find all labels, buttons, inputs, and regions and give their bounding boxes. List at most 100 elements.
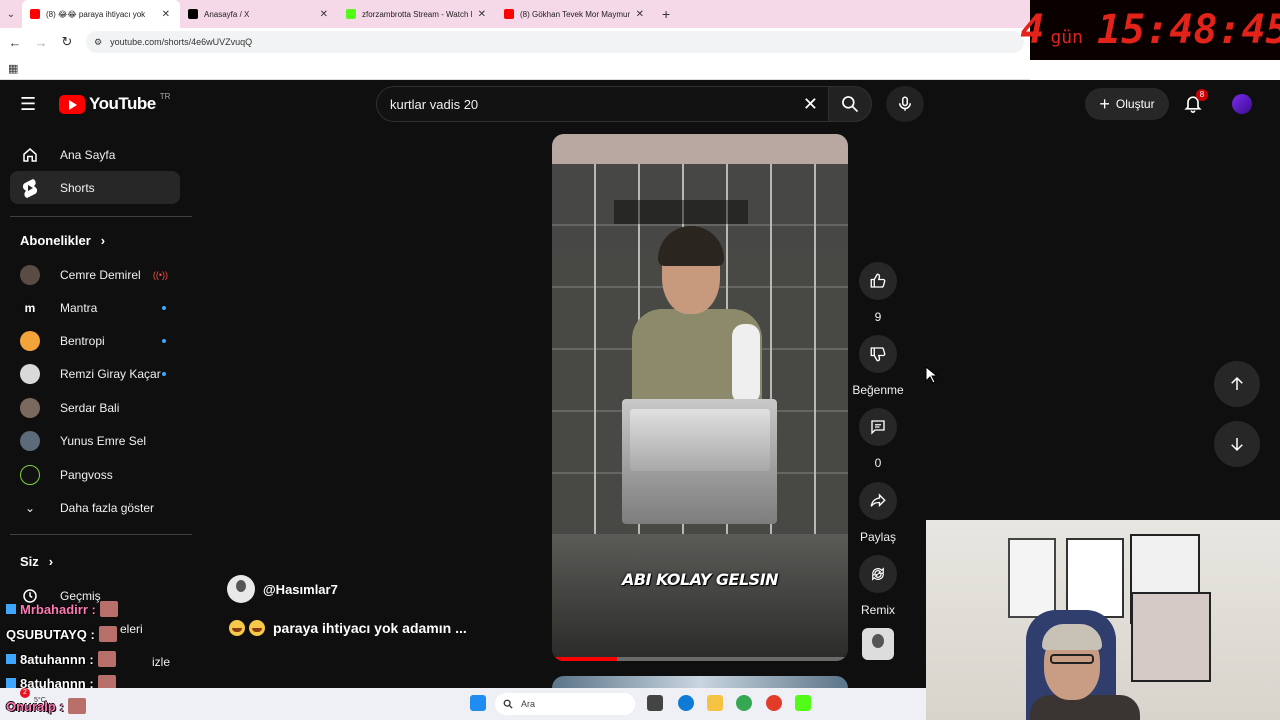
channel-avatar-wrap: [20, 397, 40, 418]
like-count: 9: [874, 310, 882, 324]
file-explorer-icon[interactable]: [707, 695, 723, 711]
browser-tab[interactable]: (8) 😂😂 paraya ihtiyacı yok ✕: [22, 0, 180, 28]
channel-avatar: [20, 430, 40, 451]
browser-tab[interactable]: (8) Gökhan Tevek Mor Maymun ✕: [496, 0, 654, 28]
channel-avatar-wrap: [20, 264, 40, 285]
create-label: Oluştur: [1115, 97, 1155, 111]
next-short-button[interactable]: [1214, 421, 1260, 467]
channel-handle: @Hasımlar7: [263, 581, 338, 597]
share-button[interactable]: [859, 482, 897, 520]
thumbs-down-icon: [870, 347, 886, 362]
channel-name: Mantra: [60, 300, 98, 315]
windows-start-icon[interactable]: [470, 695, 486, 711]
like-action: 9: [858, 262, 898, 324]
subscriptions-label: Abonelikler: [20, 233, 91, 248]
comment-icon: [871, 420, 885, 435]
menu-icon[interactable]: ☰: [20, 94, 40, 115]
dislike-button[interactable]: [859, 335, 897, 373]
sidebar-show-more[interactable]: ⌄ Daha fazla göster: [10, 491, 180, 524]
home-icon: [20, 146, 40, 164]
comment-button[interactable]: [859, 408, 897, 446]
logo-text: YouTube: [89, 94, 156, 113]
tab-close-icon[interactable]: ✕: [320, 9, 328, 20]
sidebar-item-shorts[interactable]: Shorts: [10, 171, 180, 204]
tab-close-icon[interactable]: ✕: [636, 9, 644, 20]
you-label: Siz: [20, 554, 39, 569]
sidebar-channel[interactable]: Serdar Bali: [10, 391, 180, 424]
site-settings-icon[interactable]: ⚙: [94, 37, 102, 48]
url-field[interactable]: ⚙ youtube.com/shorts/4e6wUVZvuqQ: [86, 31, 1024, 53]
clear-search-icon[interactable]: ✕: [803, 94, 818, 115]
voice-search-button[interactable]: [886, 86, 924, 122]
sidebar-channel[interactable]: Remzi Giray Kaçar: [10, 357, 180, 390]
sidebar-item-playlists[interactable]: eleri: [120, 622, 143, 636]
kick-app-icon[interactable]: [795, 695, 811, 711]
browser-tab[interactable]: Anasayfa / X ✕: [180, 0, 338, 28]
sidebar-item-watch-later[interactable]: izle: [152, 655, 170, 669]
create-button[interactable]: + Oluştur: [1085, 88, 1169, 120]
sidebar-channel[interactable]: Bentropi: [10, 324, 180, 357]
share-icon: [870, 493, 886, 508]
chat-message: QSUBUTAYQ :: [6, 626, 117, 642]
address-bar-row: ← → ↻ ⚙ youtube.com/shorts/4e6wUVZvuqQ: [0, 28, 1030, 56]
country-code: TR: [159, 91, 171, 101]
sidebar-channel[interactable]: Pangvoss: [10, 458, 180, 491]
webcam-overlay: [926, 520, 1280, 720]
video-caption: ABI KOLAY GELSIN: [621, 570, 779, 589]
task-view-icon[interactable]: [647, 695, 663, 711]
subscriptions-heading[interactable]: Abonelikler ›: [20, 233, 105, 248]
divider: [10, 534, 192, 535]
channel-avatar: [227, 575, 255, 603]
windows-taskbar: 2 5°C Onuralp : Ara: [0, 688, 926, 720]
tab-title: zforzambrotta Stream - Watch l: [362, 9, 472, 19]
previous-short-button[interactable]: [1214, 361, 1260, 407]
reload-icon[interactable]: ↻: [60, 34, 74, 50]
tab-close-icon[interactable]: ✕: [478, 9, 486, 20]
youtube-logo[interactable]: YouTube TR: [59, 91, 171, 114]
webcam-person-glasses: [1050, 654, 1094, 664]
browser-tab-bar: ⌄ (8) 😂😂 paraya ihtiyacı yok ✕ Anasayfa …: [0, 0, 1030, 28]
sidebar-item-label: Shorts: [60, 180, 95, 195]
webcam-person-shirt: [1030, 695, 1140, 720]
video-progress-bar[interactable]: [552, 657, 848, 661]
chat-message: 8atuhannn :: [6, 651, 116, 667]
remix-icon: [872, 567, 884, 581]
search-input[interactable]: kurtlar vadis 20 ✕: [376, 86, 828, 122]
notifications-button[interactable]: 8: [1183, 89, 1208, 119]
remix-button[interactable]: [859, 555, 897, 593]
chat-username: QSUBUTAYQ :: [6, 626, 95, 642]
channel-avatar: [20, 264, 40, 285]
short-video-player[interactable]: ABI KOLAY GELSIN: [552, 134, 848, 661]
url-text: youtube.com/shorts/4e6wUVZvuqQ: [110, 37, 253, 47]
forward-arrow-icon[interactable]: →: [34, 35, 48, 50]
edge-icon[interactable]: [678, 695, 694, 711]
sidebar-channel[interactable]: Yunus Emre Sel: [10, 424, 180, 457]
plus-icon: +: [1099, 94, 1110, 114]
chrome-icon[interactable]: [736, 695, 752, 711]
sound-thumbnail[interactable]: [862, 628, 894, 660]
account-avatar[interactable]: [1232, 94, 1252, 114]
new-tab-icon[interactable]: +: [654, 6, 678, 22]
search-button[interactable]: [828, 86, 872, 122]
new-content-dot: [162, 305, 166, 310]
you-heading[interactable]: Siz ›: [20, 554, 53, 569]
sidebar-channel[interactable]: m Mantra: [10, 291, 180, 324]
tab-search-icon[interactable]: ⌄: [0, 9, 22, 20]
short-channel[interactable]: @Hasımlar7: [227, 575, 338, 603]
apps-grid-icon[interactable]: ▦: [8, 62, 18, 75]
live-icon: ((•)): [152, 269, 168, 280]
channel-avatar-wrap: m: [20, 297, 40, 318]
sidebar-item-home[interactable]: Ana Sayfa: [10, 138, 180, 171]
sidebar-channel[interactable]: Cemre Demirel ((•)): [10, 258, 180, 291]
back-arrow-icon[interactable]: ←: [8, 35, 22, 50]
chrome-profile-icon[interactable]: [766, 695, 782, 711]
short-title: paraya ihtiyacı yok adamın ...: [229, 620, 467, 636]
taskbar-search[interactable]: Ara: [495, 693, 635, 715]
new-content-dot: [162, 371, 166, 376]
chat-username: Mrbahadirr :: [20, 601, 96, 617]
tab-close-icon[interactable]: ✕: [162, 9, 170, 20]
like-button[interactable]: [859, 262, 897, 300]
browser-tab[interactable]: zforzambrotta Stream - Watch l ✕: [338, 0, 496, 28]
channel-avatar-wrap: [20, 363, 40, 384]
webcam-frame: [1066, 538, 1124, 618]
